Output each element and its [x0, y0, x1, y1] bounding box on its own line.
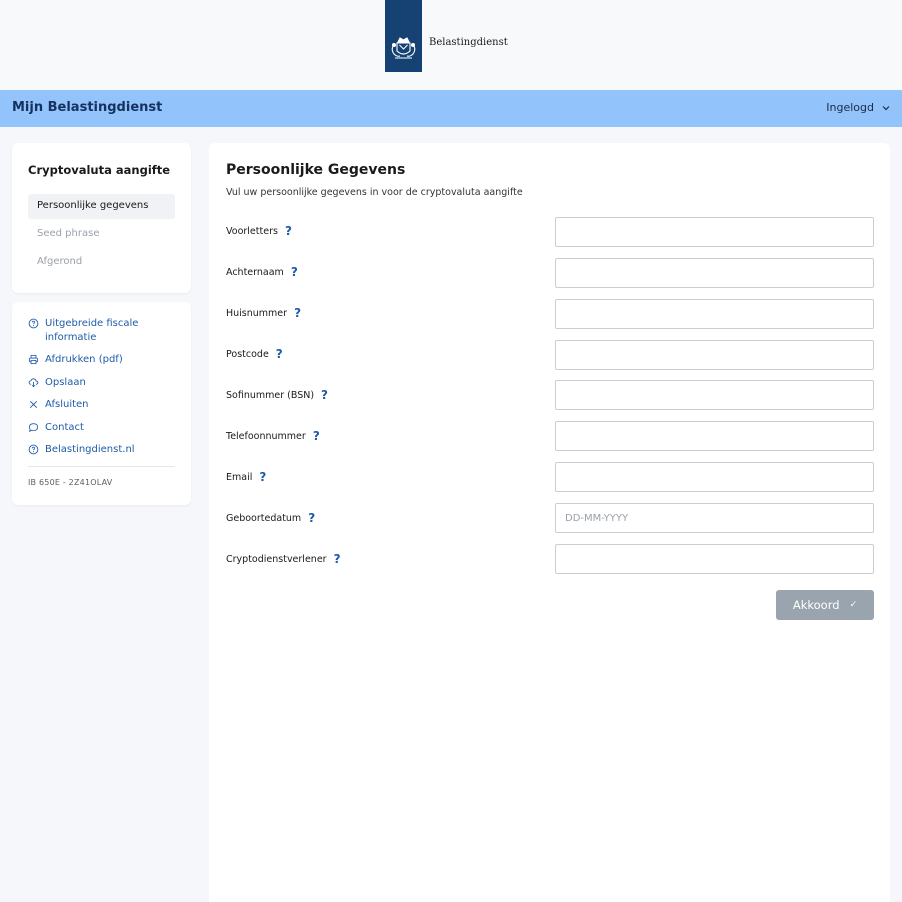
steps-title: Cryptovaluta aangifte	[28, 163, 171, 177]
printer-icon	[28, 354, 39, 365]
help-icon[interactable]: ?	[308, 511, 315, 525]
link-contact[interactable]: Contact	[28, 421, 178, 435]
steps-panel: Cryptovaluta aangifte Persoonlijke gegev…	[12, 143, 191, 293]
telefoonnummer-input[interactable]	[555, 421, 874, 451]
help-icon[interactable]: ?	[313, 429, 320, 443]
link-opslaan[interactable]: Opslaan	[28, 376, 178, 390]
help-icon[interactable]: ?	[294, 306, 301, 320]
postcode-input[interactable]	[555, 340, 874, 370]
chevron-down-icon	[882, 105, 890, 110]
label-email: Email ?	[226, 470, 266, 484]
cryptodienstverlener-input[interactable]	[555, 544, 874, 574]
logo-text: Belastingdienst	[429, 37, 508, 48]
link-label: Afdrukken (pdf)	[45, 354, 123, 365]
rijksoverheid-logo	[385, 0, 422, 72]
link-label: Uitgebreide fiscale informatie	[45, 318, 139, 343]
huisnummer-input[interactable]	[555, 299, 874, 329]
question-circle-icon	[28, 318, 39, 329]
form-panel: Persoonlijke Gegevens Vul uw persoonlijk…	[209, 143, 890, 902]
top-nav-bar: Mijn Belastingdienst Ingelogd	[0, 90, 902, 127]
close-icon	[29, 400, 38, 409]
achternaam-input[interactable]	[555, 258, 874, 288]
field-label-text: Sofinummer (BSN)	[226, 389, 315, 401]
cloud-download-icon	[28, 378, 39, 388]
form-title: Persoonlijke Gegevens	[226, 162, 406, 178]
help-icon[interactable]: ?	[285, 224, 292, 238]
step-seed-phrase: Seed phrase	[37, 228, 100, 239]
label-achternaam: Achternaam ?	[226, 265, 298, 279]
site-header: Belastingdienst	[0, 0, 902, 90]
step-afgerond: Afgerond	[37, 256, 83, 267]
user-menu[interactable]: Ingelogd	[826, 101, 890, 114]
form-code: IB 650E - 2Z41OLAV	[28, 478, 113, 487]
label-telefoonnummer: Telefoonnummer ?	[226, 429, 320, 443]
step-persoonlijke-gegevens[interactable]: Persoonlijke gegevens	[28, 194, 175, 219]
links-panel: Uitgebreide fiscale informatie Afdrukken…	[12, 302, 191, 505]
akkoord-button[interactable]: Akkoord ✓	[776, 590, 874, 620]
help-icon[interactable]: ?	[291, 265, 298, 279]
bsn-input[interactable]	[555, 380, 874, 410]
field-label-text: Cryptodienstverlener	[226, 553, 327, 565]
app-title[interactable]: Mijn Belastingdienst	[12, 100, 162, 115]
label-huisnummer: Huisnummer ?	[226, 306, 301, 320]
field-label-text: Voorletters	[226, 225, 278, 237]
geboortedatum-input[interactable]	[555, 503, 874, 533]
label-geboortedatum: Geboortedatum ?	[226, 511, 315, 525]
link-afdrukken[interactable]: Afdrukken (pdf)	[28, 353, 178, 367]
link-afsluiten[interactable]: Afsluiten	[28, 398, 178, 412]
label-sofinummer: Sofinummer (BSN) ?	[226, 388, 328, 402]
help-icon[interactable]: ?	[259, 470, 266, 484]
akkoord-label: Akkoord	[792, 598, 840, 612]
form-subtitle: Vul uw persoonlijke gegevens in voor de …	[226, 187, 523, 198]
label-postcode: Postcode ?	[226, 347, 283, 361]
link-fiscale-informatie[interactable]: Uitgebreide fiscale informatie	[28, 317, 178, 345]
link-label: Contact	[45, 422, 84, 433]
field-label-text: Telefoonnummer	[226, 430, 306, 442]
link-label: Opslaan	[45, 377, 86, 388]
help-icon[interactable]: ?	[321, 388, 328, 402]
link-label: Belastingdienst.nl	[45, 444, 135, 455]
divider	[28, 466, 175, 467]
link-label: Afsluiten	[45, 399, 89, 410]
field-label-text: Geboortedatum	[226, 512, 302, 524]
crest-icon	[391, 37, 416, 59]
field-label-text: Postcode	[226, 348, 269, 360]
help-icon[interactable]: ?	[334, 552, 341, 566]
email-input[interactable]	[555, 462, 874, 492]
field-label-text: Email	[226, 471, 253, 483]
link-belastingdienst-nl[interactable]: Belastingdienst.nl	[28, 443, 178, 457]
check-icon: ✓	[849, 600, 858, 610]
user-status-label: Ingelogd	[826, 101, 874, 114]
label-cryptodienstverlener: Cryptodienstverlener ?	[226, 552, 341, 566]
chat-icon	[28, 423, 39, 433]
help-icon[interactable]: ?	[276, 347, 283, 361]
field-label-text: Huisnummer	[226, 307, 288, 319]
field-label-text: Achternaam	[226, 266, 284, 278]
label-voorletters: Voorletters ?	[226, 224, 292, 238]
question-circle-icon	[28, 444, 39, 455]
voorletters-input[interactable]	[555, 217, 874, 247]
